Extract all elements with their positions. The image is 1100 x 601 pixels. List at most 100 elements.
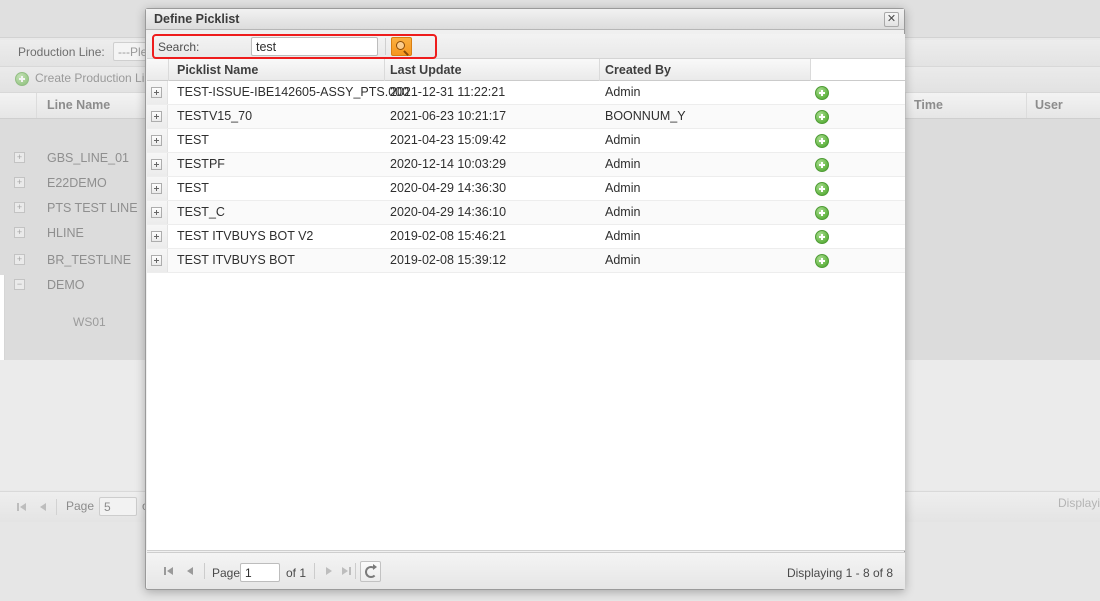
cell-last-update: 2021-06-23 10:21:17 <box>390 109 507 123</box>
close-icon[interactable]: ✕ <box>884 12 899 27</box>
cell-created-by: Admin <box>605 133 641 147</box>
create-production-line-button[interactable]: Create Production Line <box>35 71 158 85</box>
cell-picklist-name: TESTV15_70 <box>177 109 253 123</box>
background-line-name: DEMO <box>47 278 85 292</box>
column-header-created-by[interactable]: Created By <box>605 63 671 77</box>
expand-icon[interactable] <box>151 207 162 218</box>
expand-icon[interactable] <box>151 159 162 170</box>
expand-icon[interactable] <box>151 255 162 266</box>
background-col-time: Time <box>914 98 943 112</box>
table-row[interactable]: TEST 2021-04-23 15:09:42 Admin <box>147 129 905 153</box>
background-header-divider <box>1026 93 1027 118</box>
cell-last-update: 2020-04-29 14:36:10 <box>390 205 507 219</box>
page-label: Page <box>212 566 241 580</box>
first-page-icon[interactable] <box>159 561 179 581</box>
add-circle-icon[interactable] <box>815 157 829 172</box>
cell-created-by: Admin <box>605 157 641 171</box>
table-row[interactable]: TESTPF 2020-12-14 10:03:29 Admin <box>147 153 905 177</box>
add-circle-icon[interactable] <box>815 205 829 220</box>
cell-created-by: Admin <box>605 205 641 219</box>
table-row[interactable]: TEST-ISSUE-IBE142605-ASSY_PTS.000 2021-1… <box>147 81 905 105</box>
displaying-text: Displaying 1 - 8 of 8 <box>786 566 893 580</box>
column-header-last-update[interactable]: Last Update <box>390 63 462 77</box>
cell-created-by: BOONNUM_Y <box>605 109 686 123</box>
background-header-divider <box>905 93 906 118</box>
cell-last-update: 2019-02-08 15:39:12 <box>390 253 507 267</box>
background-displaying-text: Displayi <box>1057 496 1100 510</box>
expand-icon[interactable]: + <box>14 202 25 213</box>
expand-icon[interactable] <box>151 183 162 194</box>
add-circle-icon[interactable] <box>815 133 829 148</box>
cell-picklist-name: TEST <box>177 133 209 147</box>
add-circle-icon[interactable] <box>815 253 829 268</box>
cell-last-update: 2020-12-14 10:03:29 <box>390 157 507 171</box>
add-circle-icon[interactable] <box>815 181 829 196</box>
page-input[interactable] <box>240 563 280 582</box>
expand-icon[interactable] <box>151 231 162 242</box>
background-page-label: Page <box>66 499 95 513</box>
of-pages-label: of 1 <box>286 566 307 580</box>
table-row[interactable]: TEST ITVBUYS BOT 2019-02-08 15:39:12 Adm… <box>147 249 905 273</box>
page-title: Define Picklist <box>154 12 240 26</box>
background-page-input[interactable]: 5 <box>99 497 137 516</box>
background-child-name: WS01 <box>73 315 106 329</box>
cell-last-update: 2020-04-29 14:36:30 <box>390 181 507 195</box>
toolbar-divider <box>385 38 386 55</box>
background-line-name: PTS TEST LINE <box>47 201 138 215</box>
collapse-icon[interactable]: − <box>14 279 25 290</box>
cell-picklist-name: TEST ITVBUYS BOT <box>177 253 295 267</box>
grid-empty-area <box>147 274 905 550</box>
dialog-pagination: Page of 1 Displaying 1 - 8 of 8 <box>147 552 905 589</box>
cell-created-by: Admin <box>605 229 641 243</box>
expand-icon[interactable]: + <box>14 227 25 238</box>
prev-page-icon[interactable] <box>33 497 53 517</box>
cell-last-update: 2021-04-23 15:09:42 <box>390 133 507 147</box>
table-row[interactable]: TEST_C 2020-04-29 14:36:10 Admin <box>147 201 905 225</box>
define-picklist-dialog: Define Picklist ✕ Search: Picklist Name … <box>145 8 905 590</box>
cell-picklist-name: TEST ITVBUYS BOT V2 <box>177 229 314 243</box>
first-page-icon[interactable] <box>12 497 32 517</box>
expand-icon[interactable]: + <box>14 177 25 188</box>
expand-icon[interactable]: + <box>14 152 25 163</box>
background-header-divider <box>36 93 37 118</box>
prev-page-icon[interactable] <box>180 561 200 581</box>
production-line-label: Production Line: <box>18 45 105 59</box>
expand-icon[interactable] <box>151 135 162 146</box>
cell-last-update: 2021-12-31 11:22:21 <box>390 85 506 99</box>
cell-picklist-name: TEST_C <box>177 205 225 219</box>
expand-icon[interactable] <box>151 111 162 122</box>
background-line-name: HLINE <box>47 226 84 240</box>
background-col-line-name: Line Name <box>47 98 111 112</box>
dialog-title-bar: Define Picklist ✕ <box>146 9 904 30</box>
cell-created-by: Admin <box>605 253 641 267</box>
last-page-icon[interactable] <box>337 561 357 581</box>
picklist-grid: Picklist Name Last Update Created By TES… <box>147 59 905 551</box>
refresh-icon[interactable] <box>360 561 381 582</box>
table-row[interactable]: TEST 2020-04-29 14:36:30 Admin <box>147 177 905 201</box>
search-icon[interactable] <box>391 37 412 56</box>
grid-header-row: Picklist Name Last Update Created By <box>147 59 905 81</box>
add-circle-icon <box>15 71 29 86</box>
add-circle-icon[interactable] <box>815 109 829 124</box>
cell-picklist-name: TEST-ISSUE-IBE142605-ASSY_PTS.000 <box>177 85 410 99</box>
search-input[interactable] <box>251 37 378 56</box>
cell-last-update: 2019-02-08 15:46:21 <box>390 229 507 243</box>
search-label: Search: <box>158 40 200 54</box>
background-line-name: GBS_LINE_01 <box>47 151 129 165</box>
expand-icon[interactable] <box>151 87 162 98</box>
cell-created-by: Admin <box>605 85 641 99</box>
background-line-name: BR_TESTLINE <box>47 253 132 267</box>
table-row[interactable]: TESTV15_70 2021-06-23 10:21:17 BOONNUM_Y <box>147 105 905 129</box>
cell-created-by: Admin <box>605 181 641 195</box>
column-header-actions <box>811 59 905 81</box>
cell-picklist-name: TEST <box>177 181 209 195</box>
expand-icon[interactable]: + <box>14 254 25 265</box>
column-header-picklist-name[interactable]: Picklist Name <box>177 63 258 77</box>
add-circle-icon[interactable] <box>815 85 829 100</box>
background-left-accent <box>0 275 5 370</box>
background-col-user: User <box>1035 98 1063 112</box>
add-circle-icon[interactable] <box>815 229 829 244</box>
cell-picklist-name: TESTPF <box>177 157 225 171</box>
table-row[interactable]: TEST ITVBUYS BOT V2 2019-02-08 15:46:21 … <box>147 225 905 249</box>
next-page-icon[interactable] <box>319 561 339 581</box>
